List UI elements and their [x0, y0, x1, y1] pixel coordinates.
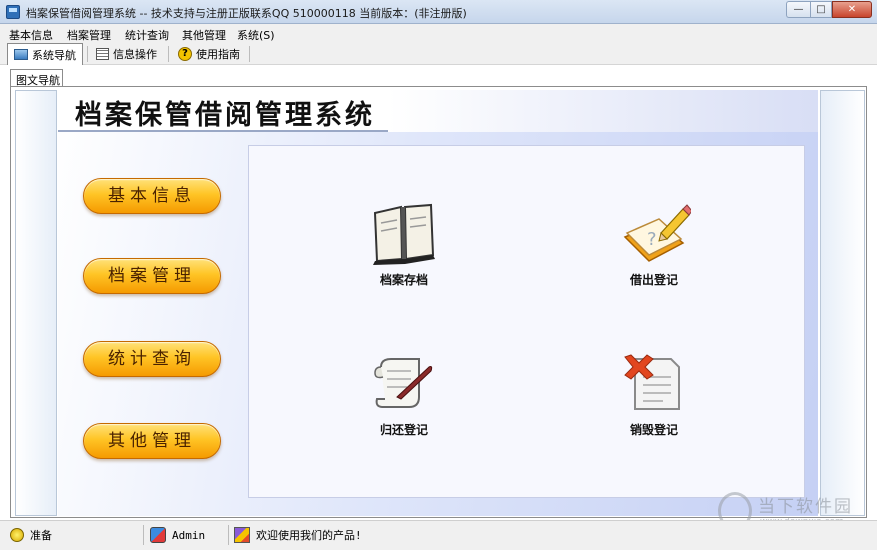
status-ready: 准备 [10, 524, 52, 546]
right-panel-strip [820, 90, 865, 516]
toolbar: 系统导航 信息操作 ? 使用指南 [0, 43, 877, 65]
left-panel-strip [15, 90, 57, 516]
tile-destroy-registration-label: 销毁登记 [629, 423, 678, 437]
header-shade [388, 90, 818, 132]
close-button[interactable]: ✕ [832, 1, 872, 18]
toolbar-separator [249, 46, 250, 62]
nav-button-statistics-query[interactable]: 统计查询 [83, 341, 221, 377]
status-text: 准备 [30, 529, 52, 542]
tile-destroy-registration[interactable]: 销毁登记 [589, 353, 719, 463]
nav-button-archive-management[interactable]: 档案管理 [83, 258, 221, 294]
quill-scroll-icon [374, 358, 433, 408]
nav-button-basic-info[interactable]: 基本信息 [83, 178, 221, 214]
welcome-message: 欢迎使用我们的产品! [256, 529, 362, 542]
tile-lend-registration[interactable]: ? 借出登记 [589, 203, 719, 313]
pencil-notebook-icon: ? [623, 204, 691, 262]
status-bar: 准备 Admin 欢迎使用我们的产品! [0, 520, 877, 550]
tab-info-operations[interactable]: 信息操作 [90, 43, 163, 65]
tab-user-guide[interactable]: ? 使用指南 [172, 43, 246, 65]
menu-system[interactable]: 系统(S) [237, 27, 275, 43]
tab-graphic-navigation[interactable]: 图文导航 [10, 69, 63, 87]
current-user: Admin [172, 528, 206, 542]
page-title: 档案保管借阅管理系统 [75, 100, 375, 131]
header-band: 档案保管借阅管理系统 [58, 90, 818, 132]
menu-other-management[interactable]: 其他管理 [182, 27, 226, 43]
menu-archive-management[interactable]: 档案管理 [67, 27, 111, 43]
tile-archive-storage[interactable]: 档案存档 [339, 203, 469, 313]
delete-document-icon [624, 354, 680, 410]
tile-archive-storage-label: 档案存档 [379, 273, 428, 287]
title-bar: 档案保管借阅管理系统 -- 技术支持与注册正版联系QQ 510000118 当前… [0, 0, 877, 24]
status-user: Admin [150, 524, 205, 546]
tab-system-navigation-label: 系统导航 [32, 48, 76, 62]
app-icon [6, 5, 20, 19]
nav-button-other-management[interactable]: 其他管理 [83, 423, 221, 459]
navigation-panel: 档案保管借阅管理系统 基本信息 档案管理 统计查询 其他管理 档案存档 ? 借出… [58, 90, 818, 516]
maximize-button[interactable]: □ [810, 1, 832, 18]
tab-user-guide-label: 使用指南 [196, 48, 240, 61]
watermark-name: 当下软件园 [758, 497, 853, 517]
tab-info-operations-label: 信息操作 [113, 48, 157, 61]
user-icon [150, 527, 166, 543]
minimize-button[interactable]: — [786, 1, 810, 18]
function-card: 档案存档 ? 借出登记 归还登记 销毁登记 [248, 145, 805, 498]
tile-return-registration[interactable]: 归还登记 [339, 353, 469, 463]
tab-system-navigation[interactable]: 系统导航 [7, 43, 83, 65]
status-separator [143, 525, 144, 545]
open-book-icon [373, 203, 435, 265]
grid-icon [96, 48, 109, 60]
window-title: 档案保管借阅管理系统 -- 技术支持与注册正版联系QQ 510000118 当前… [26, 7, 467, 20]
monitor-icon [14, 49, 28, 60]
product-box-icon [234, 527, 250, 543]
status-separator [228, 525, 229, 545]
svg-text:?: ? [647, 229, 657, 250]
tile-return-registration-label: 归还登记 [379, 423, 428, 437]
status-message: 欢迎使用我们的产品! [234, 524, 362, 546]
toolbar-separator [168, 46, 169, 62]
ready-icon [10, 528, 24, 542]
help-icon: ? [178, 47, 192, 61]
menu-statistics-query[interactable]: 统计查询 [125, 27, 169, 43]
tile-lend-registration-label: 借出登记 [629, 273, 678, 287]
menu-basic-info[interactable]: 基本信息 [9, 27, 53, 43]
toolbar-separator [87, 46, 88, 62]
menu-bar: 基本信息 档案管理 统计查询 其他管理 系统(S) [0, 24, 877, 43]
